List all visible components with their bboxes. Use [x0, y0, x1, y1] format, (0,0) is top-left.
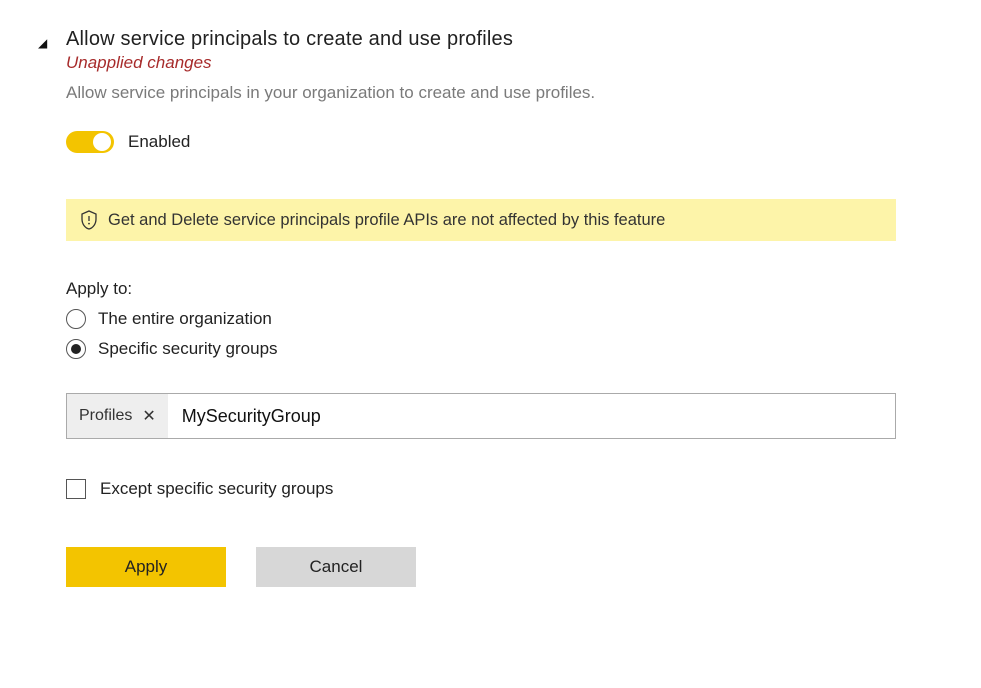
- radio-label: The entire organization: [98, 309, 272, 329]
- enabled-toggle-label: Enabled: [128, 132, 190, 152]
- collapse-toggle-icon[interactable]: ◢: [38, 36, 47, 50]
- info-shield-icon: [80, 210, 98, 230]
- checkbox-icon: [66, 479, 86, 499]
- remove-chip-icon[interactable]: ✕: [142, 406, 155, 426]
- radio-icon: [66, 309, 86, 329]
- enabled-toggle[interactable]: [66, 131, 114, 153]
- security-group-chip: Profiles ✕: [67, 394, 168, 438]
- cancel-button[interactable]: Cancel: [256, 547, 416, 587]
- unapplied-changes-label: Unapplied changes: [66, 53, 896, 73]
- except-specific-groups-checkbox-row[interactable]: Except specific security groups: [66, 479, 896, 499]
- info-notice-text: Get and Delete service principals profil…: [108, 211, 665, 230]
- radio-icon: [66, 339, 86, 359]
- radio-entire-organization[interactable]: The entire organization: [66, 309, 896, 329]
- radio-label: Specific security groups: [98, 339, 278, 359]
- setting-description: Allow service principals in your organiz…: [66, 83, 896, 103]
- security-groups-input-container[interactable]: Profiles ✕: [66, 393, 896, 439]
- security-groups-input[interactable]: [168, 394, 895, 438]
- info-notice: Get and Delete service principals profil…: [66, 199, 896, 241]
- apply-to-label: Apply to:: [66, 279, 896, 299]
- except-checkbox-label: Except specific security groups: [100, 479, 333, 499]
- radio-specific-security-groups[interactable]: Specific security groups: [66, 339, 896, 359]
- chip-label: Profiles: [79, 407, 132, 425]
- setting-title: Allow service principals to create and u…: [66, 28, 896, 51]
- apply-button[interactable]: Apply: [66, 547, 226, 587]
